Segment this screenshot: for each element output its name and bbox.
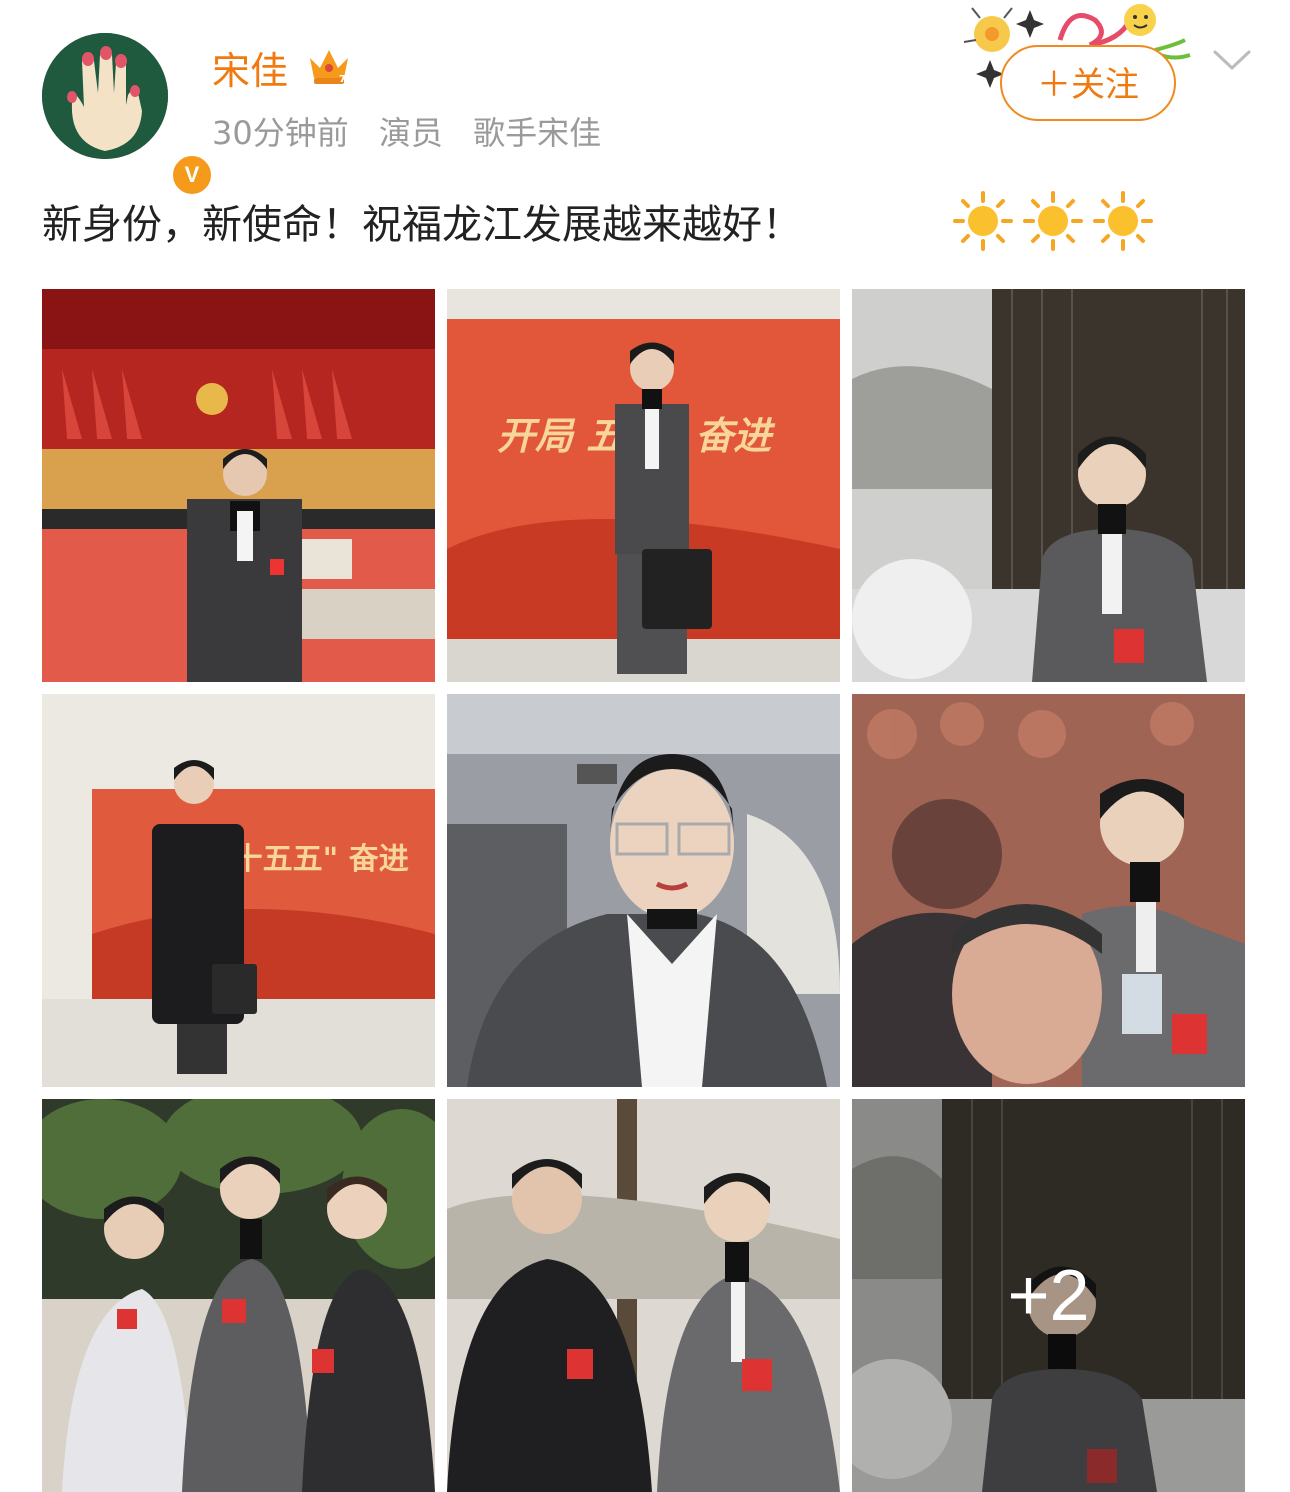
photo-backdrop-coat[interactable]: "十五五" 奋进 — [42, 694, 435, 1087]
weibo-post: V 宋佳 7 30分钟前 演员 歌手宋佳 ＋关注 新身份，新使命！祝福龙江发展越… — [0, 0, 1290, 1492]
photo-red-backdrop[interactable]: 开局 五五" 奋进 — [447, 289, 840, 682]
sun-emoji-icon — [1093, 191, 1153, 251]
more-photos-count: +2 — [1007, 1255, 1090, 1336]
photo-group-three[interactable] — [42, 1099, 435, 1492]
photo-with-colleague[interactable] — [447, 1099, 840, 1492]
photo-car-selfie[interactable] — [447, 694, 840, 1087]
username[interactable]: 宋佳 — [212, 40, 288, 95]
post-time: 30分钟前 — [212, 114, 349, 152]
photo-more[interactable]: +2 — [852, 1099, 1245, 1492]
user-tag: 歌手宋佳 — [473, 114, 602, 152]
chevron-down-icon[interactable] — [1212, 48, 1252, 72]
sun-emoji-icon — [953, 191, 1013, 251]
verified-badge-icon: V — [170, 153, 214, 197]
svg-text:7: 7 — [339, 74, 346, 85]
crown-icon: 7 — [310, 50, 348, 85]
sun-emoji-icon — [1023, 191, 1083, 251]
photo-seated-portrait[interactable] — [852, 289, 1245, 682]
post-text: 新身份，新使命！祝福龙江发展越来越好！ — [42, 202, 802, 248]
user-tag: 演员 — [378, 114, 443, 152]
photo-grid: 开局 五五" 奋进 — [42, 289, 1245, 1492]
emoji-row — [952, 190, 1154, 252]
photo-auditorium-stage[interactable] — [42, 289, 435, 682]
photo-meeting-audience[interactable] — [852, 694, 1245, 1087]
hand-avatar-icon — [42, 33, 168, 159]
avatar[interactable]: V — [42, 33, 214, 197]
follow-button[interactable]: ＋关注 — [1000, 45, 1176, 121]
backdrop-banner-text: "十五五" 奋进 — [217, 842, 409, 877]
post-meta: 30分钟前 演员 歌手宋佳 — [212, 108, 621, 154]
